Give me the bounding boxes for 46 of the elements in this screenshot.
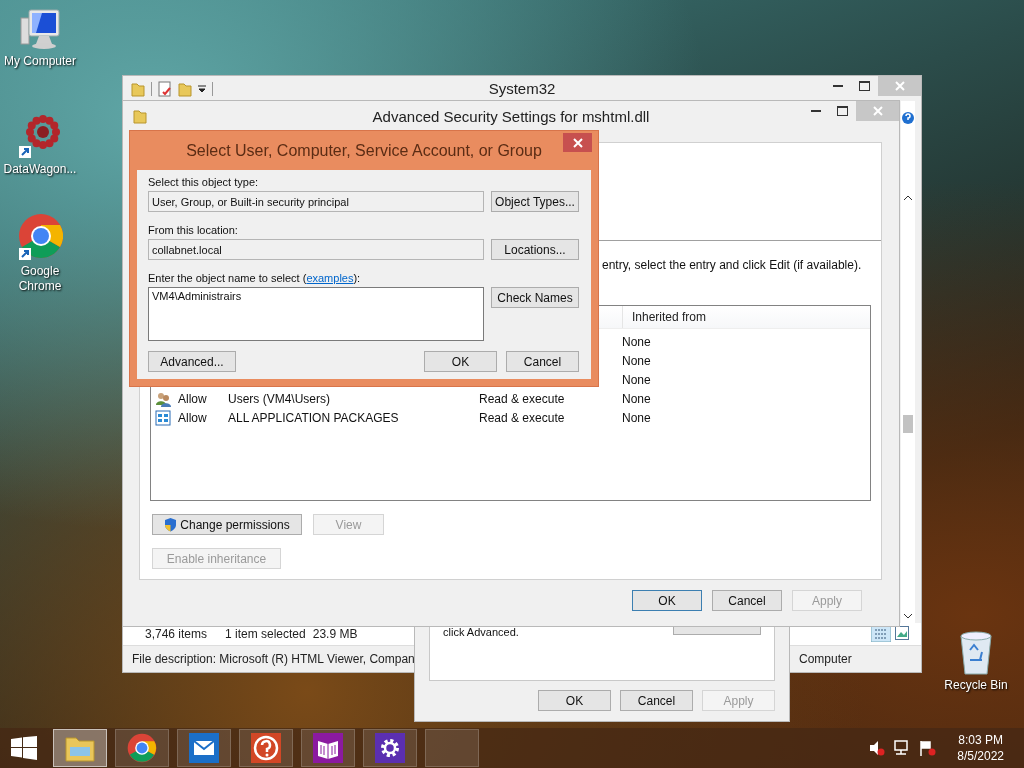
detail-text: Computer — [799, 652, 853, 666]
cancel-button[interactable]: Cancel — [506, 351, 579, 372]
table-cell-text: None — [622, 372, 652, 387]
dialog-button[interactable]: Cancel — [712, 590, 782, 611]
desktop-icon-label: DataWagon... — [3, 162, 77, 177]
examples-link[interactable]: examples — [306, 272, 354, 284]
field-label: From this location: — [148, 224, 239, 236]
change-permissions-button[interactable]: Change permissions — [152, 514, 302, 535]
object-types-button[interactable]: Object Types... — [491, 191, 579, 212]
window-title: System32 — [488, 80, 556, 97]
hint-text: click Advanced. — [443, 626, 519, 638]
table-cell-text: Allow — [178, 391, 208, 406]
advanced-button[interactable]: Advanced... — [148, 351, 236, 372]
table-cell-text: Read & execute — [479, 410, 566, 425]
item-count: 3,746 items — [145, 627, 209, 641]
locations-button[interactable]: Locations... — [491, 239, 579, 260]
table-cell-text: None — [622, 334, 652, 349]
clock-time[interactable]: 8:03 PM — [958, 732, 1003, 748]
ok-button[interactable]: OK — [424, 351, 497, 372]
table-cell-text: Allow — [178, 410, 208, 425]
dialog-button[interactable]: OK — [632, 590, 702, 611]
window-title: Advanced Security Settings for mshtml.dll — [372, 107, 650, 125]
table-cell-text: Users (VM4\Users) — [228, 391, 331, 406]
table-cell-text: None — [622, 391, 652, 406]
selection-status: 1 item selected — [225, 627, 306, 641]
desktop-icon-label: My Computer — [4, 54, 76, 69]
instruction-text: entry, select the entry and click Edit (if available). — [602, 258, 863, 272]
dialog-button[interactable]: OK — [538, 690, 611, 711]
field-label: Enter the object name to select (examples): — [148, 272, 362, 284]
selection-size: 23.9 MB — [312, 627, 358, 641]
object-type-field[interactable]: User, Group, or Built-in security principal — [148, 191, 484, 212]
table-cell-text: ALL APPLICATION PACKAGES — [228, 410, 400, 425]
table-cell-text: None — [622, 410, 652, 425]
check-names-button[interactable]: Check Names — [491, 287, 579, 308]
field-label: Select this object type: — [148, 176, 260, 188]
object-name-field[interactable]: VM4\Administrairs — [148, 287, 484, 341]
file-description: File description: Microsoft (R) HTML Viewer, Compan — [132, 652, 416, 666]
table-cell-text: None — [622, 353, 652, 368]
desktop-icon-label: Recycle Bin — [944, 678, 1008, 693]
table-cell-text: Read & execute — [479, 391, 566, 406]
desktop-icon-label: Google Chrome — [17, 264, 63, 294]
dialog-button[interactable]: Cancel — [620, 690, 693, 711]
location-field[interactable]: collabnet.local — [148, 239, 484, 260]
clock-date[interactable]: 8/5/2022 — [957, 748, 1004, 764]
dialog-title: Select User, Computer, Service Account, or Group — [186, 141, 542, 160]
column-header[interactable]: Inherited from — [622, 306, 870, 328]
